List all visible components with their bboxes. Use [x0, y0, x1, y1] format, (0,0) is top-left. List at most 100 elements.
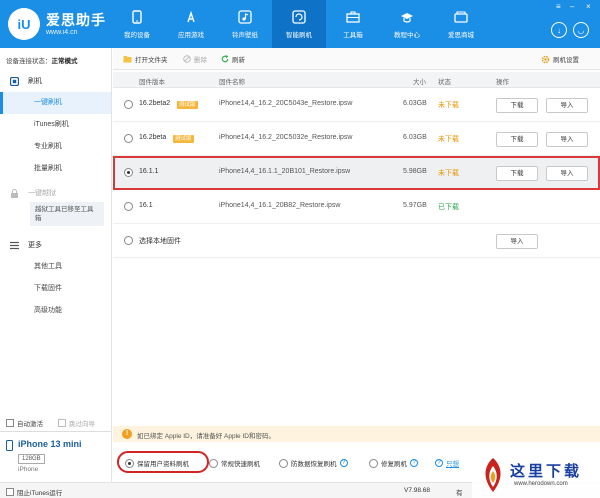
store-icon: [453, 10, 469, 24]
sidebar-item-pro-flash[interactable]: 专业刷机: [0, 136, 111, 158]
import-button[interactable]: 导入: [496, 234, 538, 249]
brand-logo: iU: [8, 8, 40, 40]
sidebar-item-advanced[interactable]: 高级功能: [0, 300, 111, 322]
option-repair-flash[interactable]: 修复刷机?: [369, 458, 418, 468]
help-icon: ?: [435, 459, 443, 467]
download-manager-icon[interactable]: ↓: [551, 22, 567, 38]
list-icon: [10, 241, 19, 249]
option-keep-data[interactable]: 保留用户资料刷机: [125, 458, 189, 468]
option-radio[interactable]: [209, 458, 218, 468]
nav-my-device[interactable]: 我的设备: [110, 0, 164, 48]
firmware-size: 5.97GB: [403, 202, 427, 209]
gear-icon: [541, 55, 550, 63]
firmware-toolbar: 打开文件夹 删除 刷新 刷机设置: [113, 48, 600, 70]
option-radio[interactable]: [279, 458, 288, 468]
download-button[interactable]: 下载: [496, 132, 538, 147]
sidebar: 设备连接状态：正常模式 刷机 一键刷机 iTunes刷机 专业刷机 批量刷机 一…: [0, 48, 112, 498]
option-radio[interactable]: [369, 458, 378, 468]
connection-status: 设备连接状态：正常模式: [6, 58, 78, 65]
nav-label: 铃声壁纸: [232, 31, 258, 39]
help-icon[interactable]: ?: [410, 459, 418, 467]
sidebar-item-download-firmware[interactable]: 下载固件: [0, 278, 111, 300]
nav-tutorials[interactable]: 教程中心: [380, 0, 434, 48]
sidebar-item-batch-flash[interactable]: 批量刷机: [0, 158, 111, 180]
firmware-radio[interactable]: [124, 202, 133, 211]
nav-toolbox[interactable]: 工具箱: [326, 0, 380, 48]
import-button[interactable]: 导入: [546, 166, 588, 181]
auto-activate-checkbox[interactable]: 自动激活: [6, 418, 43, 428]
section-more: 更多: [10, 240, 42, 250]
firmware-name: iPhone14,4_16.1.1_20B101_Restore.ipsw: [219, 168, 351, 175]
faq-link[interactable]: ? 只想: [435, 458, 459, 468]
firmware-radio[interactable]: [124, 168, 133, 177]
device-card[interactable]: iPhone 13 mini 128GB iPhone: [0, 431, 111, 483]
watermark-logo-icon: [485, 458, 501, 492]
appstore-icon: [183, 10, 199, 24]
menu-icon[interactable]: ≡: [556, 2, 561, 11]
jailbreak-moved-note: 越狱工具已移至工具箱: [30, 202, 104, 226]
firmware-status: 已下载: [438, 204, 459, 211]
flash-icon: [291, 9, 307, 24]
open-folder-button[interactable]: 打开文件夹: [123, 54, 168, 64]
minimize-icon[interactable]: –: [570, 2, 574, 11]
beta-badge: 测试版: [177, 101, 198, 109]
skip-guide-checkbox[interactable]: 跳过向导: [58, 418, 95, 428]
local-firmware-radio[interactable]: [124, 236, 133, 245]
import-button[interactable]: 导入: [546, 98, 588, 113]
firmware-row-selected[interactable]: 16.1.1 iPhone14,4_16.1.1_20B101_Restore.…: [113, 156, 600, 190]
firmware-name: iPhone14,4_16.2_20C5043e_Restore.ipsw: [219, 100, 353, 107]
download-button[interactable]: 下载: [496, 98, 538, 113]
nav-ringtones[interactable]: 铃声壁纸: [218, 0, 272, 48]
header-action: 操作: [496, 79, 509, 86]
firmware-status: 未下载: [438, 102, 459, 109]
nav-apps-games[interactable]: 应用游戏: [164, 0, 218, 48]
refresh-button[interactable]: 刷新: [221, 54, 245, 64]
sidebar-item-itunes-flash[interactable]: iTunes刷机: [0, 114, 111, 136]
folder-icon: [123, 56, 132, 63]
graduation-cap-icon: [399, 10, 415, 24]
nav-label: 我的设备: [124, 31, 150, 39]
help-icon[interactable]: ?: [339, 459, 348, 467]
header-name: 固件名称: [219, 79, 245, 86]
option-quick-flash[interactable]: 常规快速刷机: [209, 458, 260, 468]
flash-section-icon: [10, 76, 19, 86]
flash-settings-button[interactable]: 刷机设置: [541, 54, 579, 64]
header-size: 大小: [413, 79, 426, 86]
sidebar-item-one-click-flash[interactable]: 一键刷机: [0, 92, 111, 114]
app-version: V7.98.68: [404, 487, 431, 494]
firmware-radio[interactable]: [124, 100, 133, 109]
block-itunes-checkbox[interactable]: 阻止iTunes运行: [6, 487, 62, 497]
device-capacity: 128GB: [18, 454, 45, 464]
firmware-row[interactable]: 16.2beta2 测试版 iPhone14,4_16.2_20C5043e_R…: [113, 88, 600, 122]
firmware-row[interactable]: 16.2beta 测试版 iPhone14,4_16.2_20C5032e_Re…: [113, 122, 600, 156]
nav-smart-flash[interactable]: 智能刷机: [272, 0, 326, 48]
device-type: iPhone: [18, 466, 39, 473]
firmware-version: 16.1.1: [139, 168, 159, 175]
download-button[interactable]: 下载: [496, 166, 538, 181]
phone-icon: [6, 440, 13, 451]
firmware-status: 未下载: [438, 170, 459, 177]
watermark-title: 这里下载: [510, 462, 583, 480]
checkbox-box: [6, 488, 14, 496]
top-header: iU 爱思助手 www.i4.cn 我的设备 应用游戏 铃声壁纸 智能刷机 工具…: [0, 0, 600, 48]
firmware-version: 16.2beta2: [139, 100, 171, 107]
option-anti-recovery[interactable]: 防数据恢复刷机?: [279, 458, 348, 468]
nav-store[interactable]: 爱思商城: [434, 0, 488, 48]
nav-label: 应用游戏: [178, 31, 204, 39]
music-icon: [237, 9, 253, 24]
header-status: 状态: [438, 79, 451, 86]
close-icon[interactable]: ×: [586, 2, 591, 11]
local-firmware-row[interactable]: 选择本地固件 导入: [113, 224, 600, 258]
firmware-row[interactable]: 16.1 iPhone14,4_16.1_20B82_Restore.ipsw …: [113, 190, 600, 224]
firmware-size: 6.03GB: [403, 100, 427, 107]
import-button[interactable]: 导入: [546, 132, 588, 147]
firmware-size: 6.03GB: [403, 134, 427, 141]
lock-icon: [11, 188, 18, 198]
option-radio[interactable]: [125, 458, 134, 468]
section-flash: 刷机: [10, 76, 42, 86]
delete-button[interactable]: 删除: [183, 54, 207, 64]
delete-icon: [183, 55, 191, 63]
firmware-radio[interactable]: [124, 134, 133, 143]
sidebar-item-other-tools[interactable]: 其他工具: [0, 256, 111, 278]
user-icon[interactable]: ◡: [573, 22, 589, 38]
